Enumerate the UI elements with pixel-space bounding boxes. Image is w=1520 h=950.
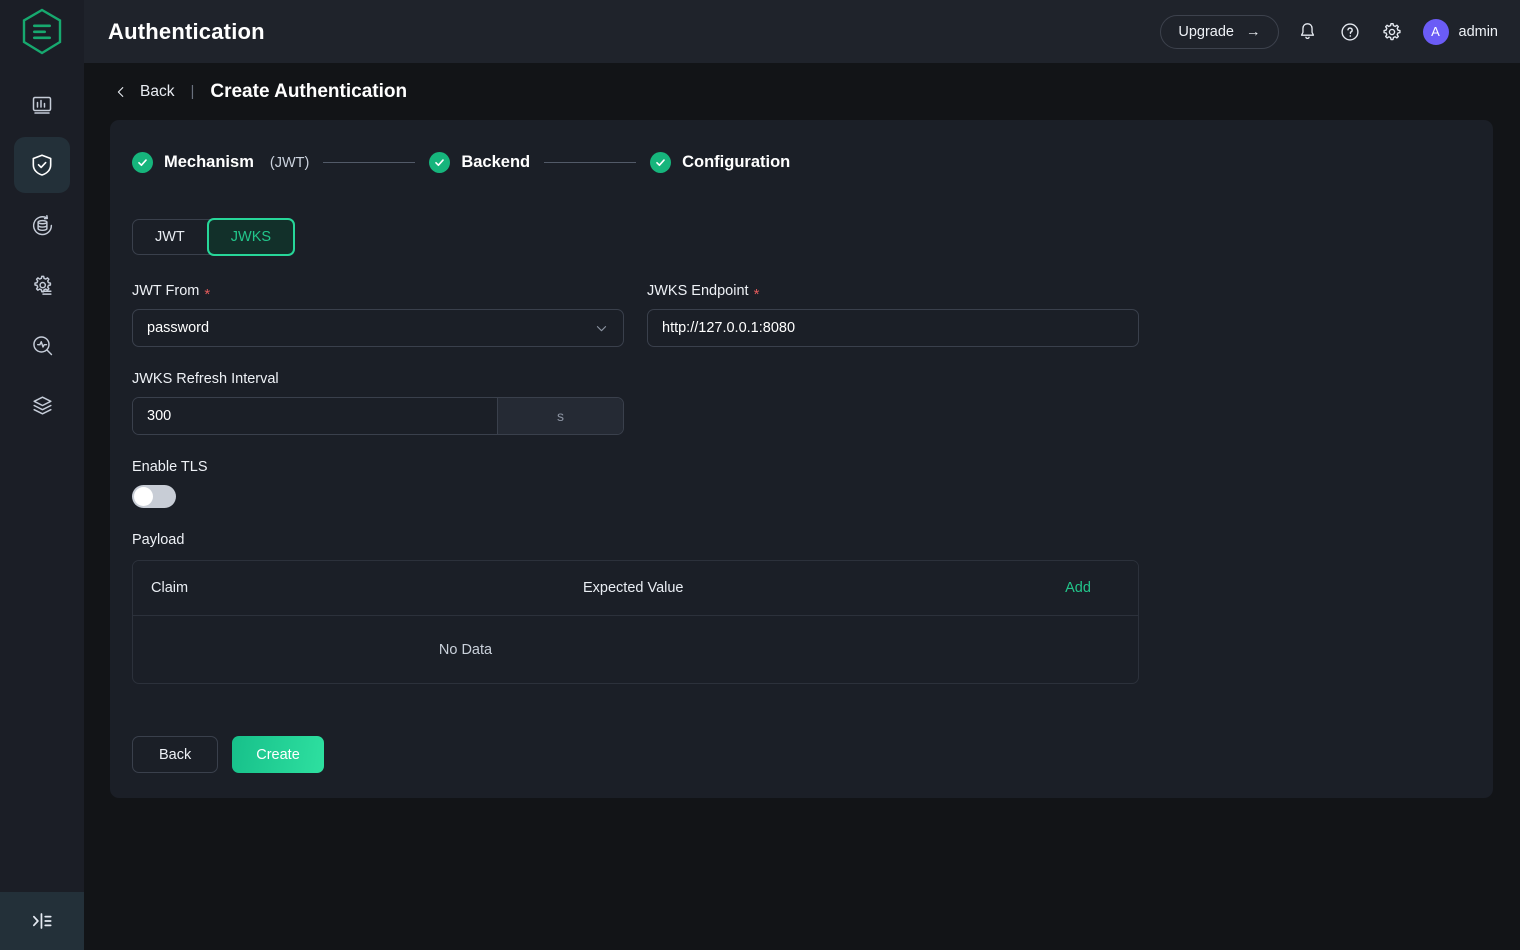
label-jwks-refresh-interval: JWKS Refresh Interval: [132, 371, 279, 387]
breadcrumb-separator: |: [190, 83, 195, 100]
jwks-refresh-interval-group: 300 s: [132, 397, 624, 435]
jwks-endpoint-value: http://127.0.0.1:8080: [662, 320, 796, 336]
gear-icon: [1382, 22, 1401, 40]
column-header-claim: Claim: [151, 580, 189, 596]
check-icon: [656, 159, 665, 167]
step-mechanism[interactable]: Mechanism (JWT): [132, 152, 309, 173]
payload-section: Payload Claim Expected Value Add No Data: [132, 532, 1493, 684]
create-button[interactable]: Create: [232, 736, 324, 773]
gear-list-icon: [33, 275, 52, 295]
sidebar-collapse-button[interactable]: [0, 892, 84, 950]
form-row-1: JWT From * password JWKS Endpoint * http…: [132, 283, 1493, 347]
field-enable-tls: Enable TLS: [132, 459, 1493, 508]
jwks-refresh-interval-input[interactable]: 300: [133, 398, 497, 434]
form-actions: Back Create: [132, 736, 1493, 773]
jwt-source-tabs: JWT JWKS: [132, 218, 296, 256]
step-check-icon: [132, 152, 153, 173]
column-header-expected-value: Expected Value: [583, 580, 684, 596]
step-connector-1: [323, 162, 416, 163]
top-bar: Authentication Upgrade → A admin: [84, 0, 1520, 63]
notifications-button[interactable]: [1295, 19, 1321, 45]
back-link-label: Back: [140, 82, 175, 100]
jwt-from-value: password: [147, 320, 210, 336]
user-name: admin: [1458, 23, 1499, 40]
breadcrumb: Back | Create Authentication: [110, 63, 1493, 120]
step-check-icon: [650, 152, 672, 173]
enable-tls-toggle[interactable]: [132, 485, 176, 508]
sidebar: [0, 0, 84, 950]
step-label-configuration: Configuration: [682, 153, 791, 171]
payload-table: Claim Expected Value Add No Data: [132, 560, 1139, 684]
field-jwks-endpoint: JWKS Endpoint * http://127.0.0.1:8080: [647, 283, 1139, 347]
user-menu[interactable]: A admin: [1422, 18, 1499, 45]
toggle-knob: [134, 487, 153, 506]
help-button[interactable]: [1337, 19, 1363, 45]
bell-icon: [1300, 23, 1315, 40]
chart-bar-icon: [32, 96, 52, 114]
question-circle-icon: [1340, 22, 1359, 41]
panel-collapse-icon: [33, 913, 52, 929]
label-jwt-from-text: JWT From: [132, 283, 200, 299]
chevron-down-icon: [594, 321, 609, 336]
check-icon: [435, 159, 445, 167]
avatar: A: [1422, 18, 1449, 45]
content-area: Back | Create Authentication Mechanism (…: [84, 63, 1520, 798]
app-logo[interactable]: [0, 0, 84, 63]
label-enable-tls: Enable TLS: [132, 459, 208, 475]
jwt-from-select[interactable]: password: [132, 309, 624, 347]
payload-table-empty: No Data: [438, 641, 493, 658]
wizard-stepper: Mechanism (JWT) Backend Configuration: [110, 152, 1493, 173]
upgrade-button[interactable]: Upgrade →: [1160, 14, 1279, 49]
check-icon: [138, 159, 147, 167]
arrow-right-icon: →: [1246, 23, 1261, 40]
field-jwt-from: JWT From * password: [132, 283, 624, 347]
step-connector-2: [544, 162, 637, 163]
back-button[interactable]: Back: [132, 736, 219, 773]
layers-stack-icon: [32, 395, 52, 415]
sidebar-nav: [14, 77, 70, 433]
sidebar-item-dashboard[interactable]: [14, 77, 70, 133]
step-sublabel-mechanism: (JWT): [269, 154, 310, 171]
tab-jwt[interactable]: JWT: [133, 220, 207, 254]
chevron-left-icon: [117, 86, 124, 97]
jwks-endpoint-input[interactable]: http://127.0.0.1:8080: [647, 309, 1139, 347]
sidebar-item-authentication[interactable]: [14, 137, 70, 193]
database-refresh-icon: [32, 214, 52, 235]
sidebar-item-clustering[interactable]: [14, 377, 70, 433]
sidebar-item-management[interactable]: [14, 257, 70, 313]
payload-table-header: Claim Expected Value Add: [133, 561, 1138, 616]
magnifier-pulse-icon: [32, 335, 52, 355]
emqx-hexagon-logo: [22, 8, 62, 54]
step-label-backend: Backend: [461, 153, 531, 171]
required-marker: *: [204, 285, 211, 303]
required-marker: *: [753, 285, 760, 303]
page-title: Authentication: [108, 18, 265, 44]
tab-jwks[interactable]: JWKS: [206, 218, 296, 256]
create-authentication-card: Mechanism (JWT) Backend Configuration JW…: [110, 120, 1493, 798]
payload-add-button[interactable]: Add: [1018, 580, 1138, 596]
settings-button[interactable]: [1379, 19, 1405, 45]
label-payload: Payload: [132, 532, 185, 548]
back-link[interactable]: Back: [114, 83, 174, 101]
top-bar-actions: Upgrade → A admin: [1160, 14, 1499, 49]
sidebar-item-diagnose[interactable]: [14, 317, 70, 373]
label-jwks-endpoint: JWKS Endpoint *: [647, 283, 1139, 303]
shield-check-icon: [32, 154, 52, 176]
field-jwks-refresh-interval: JWKS Refresh Interval 300 s: [132, 371, 1493, 435]
app-root: Authentication Upgrade → A admin Back | …: [0, 0, 1520, 950]
breadcrumb-title: Create Authentication: [210, 80, 408, 102]
label-jwks-endpoint-text: JWKS Endpoint: [647, 283, 749, 299]
step-configuration[interactable]: Configuration: [650, 152, 790, 173]
upgrade-label: Upgrade: [1178, 23, 1234, 40]
label-jwt-from: JWT From *: [132, 283, 624, 303]
step-label-mechanism: Mechanism: [164, 153, 254, 171]
main-area: Authentication Upgrade → A admin Back | …: [84, 0, 1520, 950]
sidebar-item-data-integration[interactable]: [14, 197, 70, 253]
jwks-refresh-interval-unit: s: [497, 398, 623, 434]
step-check-icon: [429, 152, 451, 173]
step-backend[interactable]: Backend: [429, 152, 530, 173]
